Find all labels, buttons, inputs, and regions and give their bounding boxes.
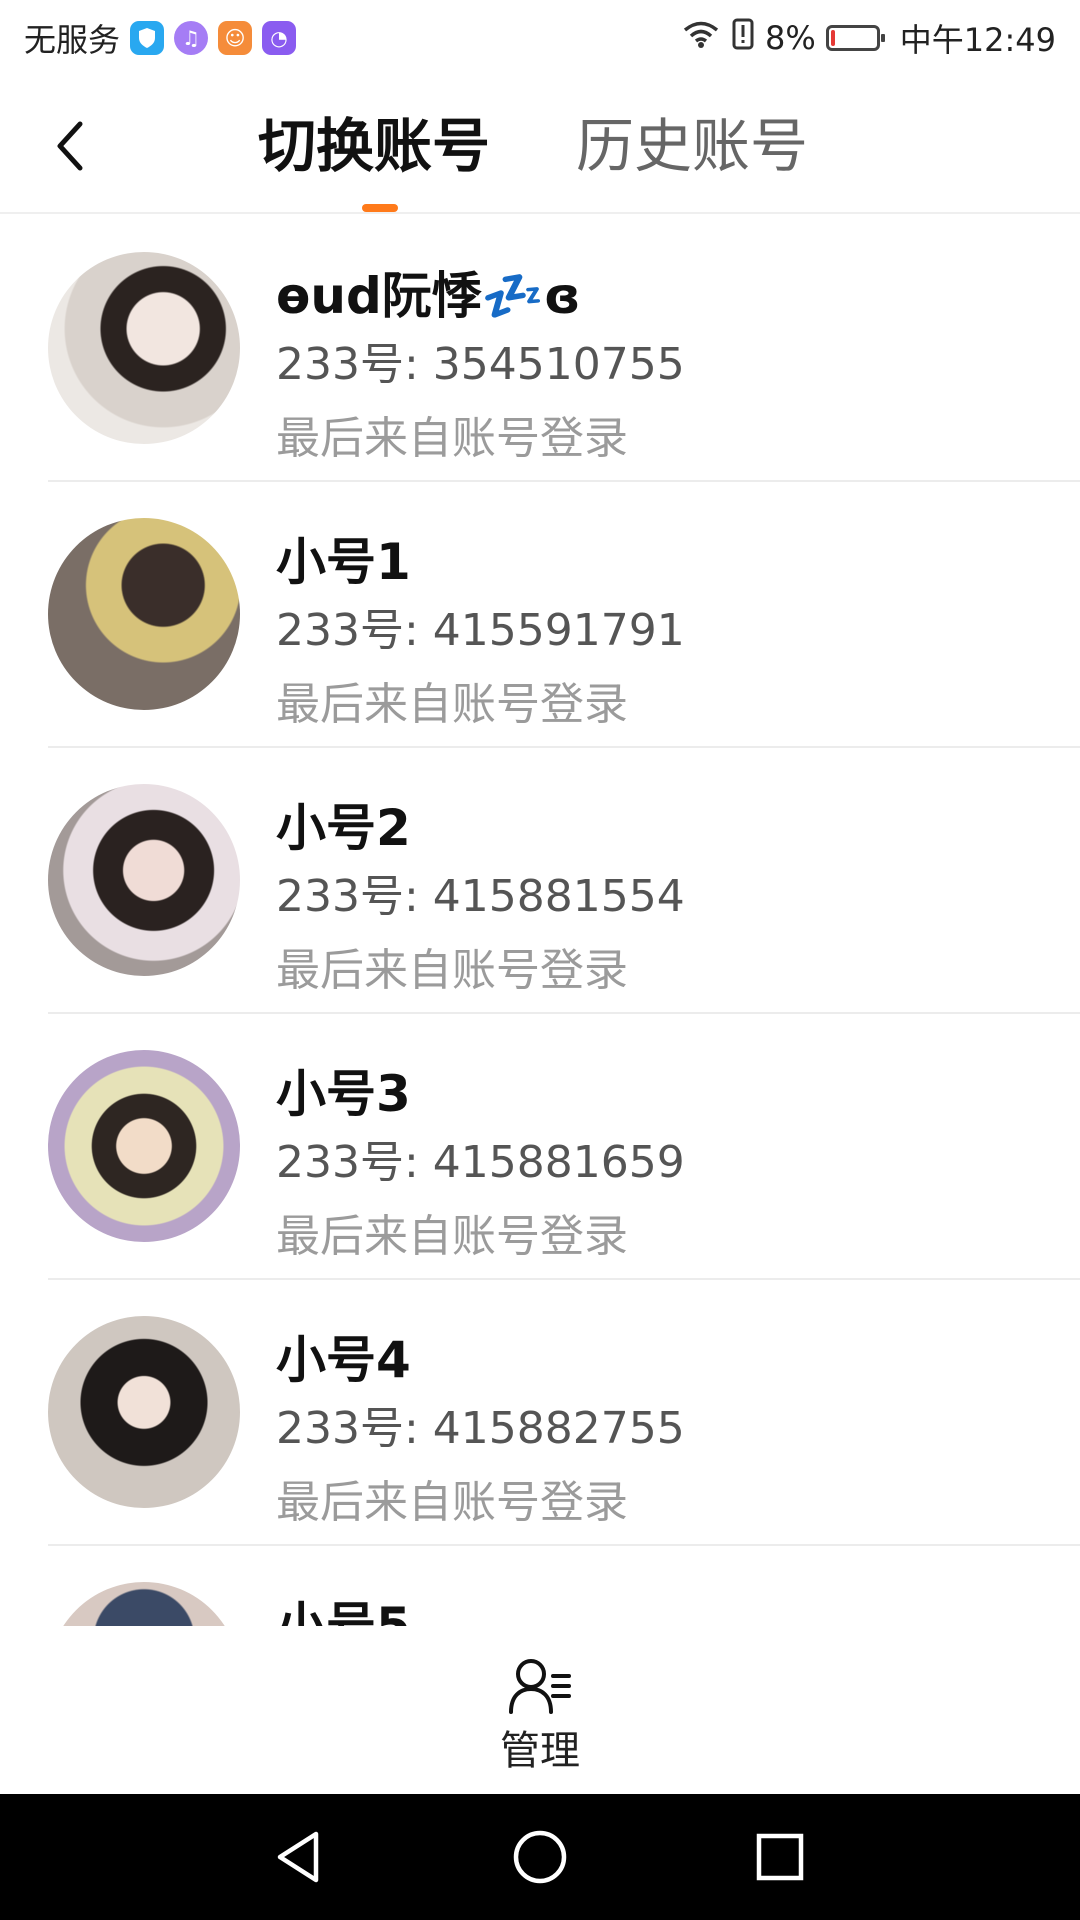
account-uid: 233号: 415882755 xyxy=(276,1403,685,1454)
tab-switch-account[interactable]: 切换账号 xyxy=(258,106,490,186)
status-bar: 无服务 ♫ ☺ ◔ 8% 中午12:49 xyxy=(0,0,1080,76)
avatar xyxy=(48,518,240,710)
battery-percent: 8% xyxy=(765,19,816,57)
avatar xyxy=(48,784,240,976)
system-nav-bar xyxy=(0,1794,1080,1920)
account-name: 小号1 xyxy=(276,533,411,591)
account-login-source: 最后来自账号登录 xyxy=(276,679,628,730)
account-row[interactable]: 小号5 xyxy=(0,1546,1080,1626)
wifi-icon xyxy=(681,19,721,57)
manage-label: 管理 xyxy=(500,1728,580,1774)
active-tab-indicator xyxy=(362,204,398,212)
account-name: 小号3 xyxy=(276,1065,411,1123)
clock: 中午12:49 xyxy=(899,21,1056,59)
account-name: 小号5 xyxy=(276,1597,411,1626)
account-uid: 233号: 354510755 xyxy=(276,339,685,390)
avatar xyxy=(48,252,240,444)
account-login-source: 最后来自账号登录 xyxy=(276,1477,628,1528)
account-uid: 233号: 415881554 xyxy=(276,871,685,922)
manage-button[interactable]: 管理 xyxy=(470,1656,610,1786)
account-login-source: 最后来自账号登录 xyxy=(276,1211,628,1262)
user-manage-icon xyxy=(509,1659,571,1714)
status-left: 无服务 ♫ ☺ ◔ xyxy=(24,15,297,61)
account-name: 小号4 xyxy=(276,1331,411,1389)
nav-home-button[interactable] xyxy=(505,1822,575,1892)
account-name: ɵud阮悸💤ɞ xyxy=(276,267,581,325)
account-row[interactable]: ɵud阮悸💤ɞ 233号: 354510755 最后来自账号登录 xyxy=(0,216,1080,482)
account-login-source: 最后来自账号登录 xyxy=(276,945,628,996)
battery-level xyxy=(830,30,835,46)
carrier-text: 无服务 xyxy=(24,21,121,59)
game-app-icon: ☺ xyxy=(218,21,253,55)
account-name: 小号2 xyxy=(276,799,411,857)
chevron-left-icon xyxy=(57,121,83,171)
account-uid: 233号: 415881659 xyxy=(276,1137,685,1188)
recents-square-icon xyxy=(756,1833,804,1881)
avatar xyxy=(48,1316,240,1508)
account-row[interactable]: 小号1 233号: 415591791 最后来自账号登录 xyxy=(0,482,1080,748)
music-app-icon: ♫ xyxy=(174,21,209,55)
sim-alert-icon xyxy=(731,18,755,58)
account-row[interactable]: 小号3 233号: 415881659 最后来自账号登录 xyxy=(0,1014,1080,1280)
tab-history-account[interactable]: 历史账号 xyxy=(576,106,808,186)
avatar xyxy=(48,1582,240,1626)
account-login-source: 最后来自账号登录 xyxy=(276,413,628,464)
shield-app-icon xyxy=(130,21,165,55)
account-row[interactable]: 小号2 233号: 415881554 最后来自账号登录 xyxy=(0,748,1080,1014)
account-uid: 233号: 415591791 xyxy=(276,605,685,656)
status-right: 8% 中午12:49 xyxy=(681,15,1056,61)
manage-bar: 管理 xyxy=(0,1626,1080,1794)
account-row[interactable]: 小号4 233号: 415882755 最后来自账号登录 xyxy=(0,1280,1080,1546)
home-circle-icon xyxy=(513,1830,567,1884)
account-header: 切换账号 历史账号 xyxy=(0,76,1080,214)
back-button[interactable] xyxy=(40,106,100,186)
account-list[interactable]: ɵud阮悸💤ɞ 233号: 354510755 最后来自账号登录 小号1 233… xyxy=(0,216,1080,1626)
chart-app-icon: ◔ xyxy=(262,21,297,55)
nav-recents-button[interactable] xyxy=(745,1822,815,1892)
battery-icon xyxy=(825,25,885,51)
nav-back-button[interactable] xyxy=(264,1822,334,1892)
back-triangle-icon xyxy=(277,1831,319,1883)
avatar xyxy=(48,1050,240,1242)
